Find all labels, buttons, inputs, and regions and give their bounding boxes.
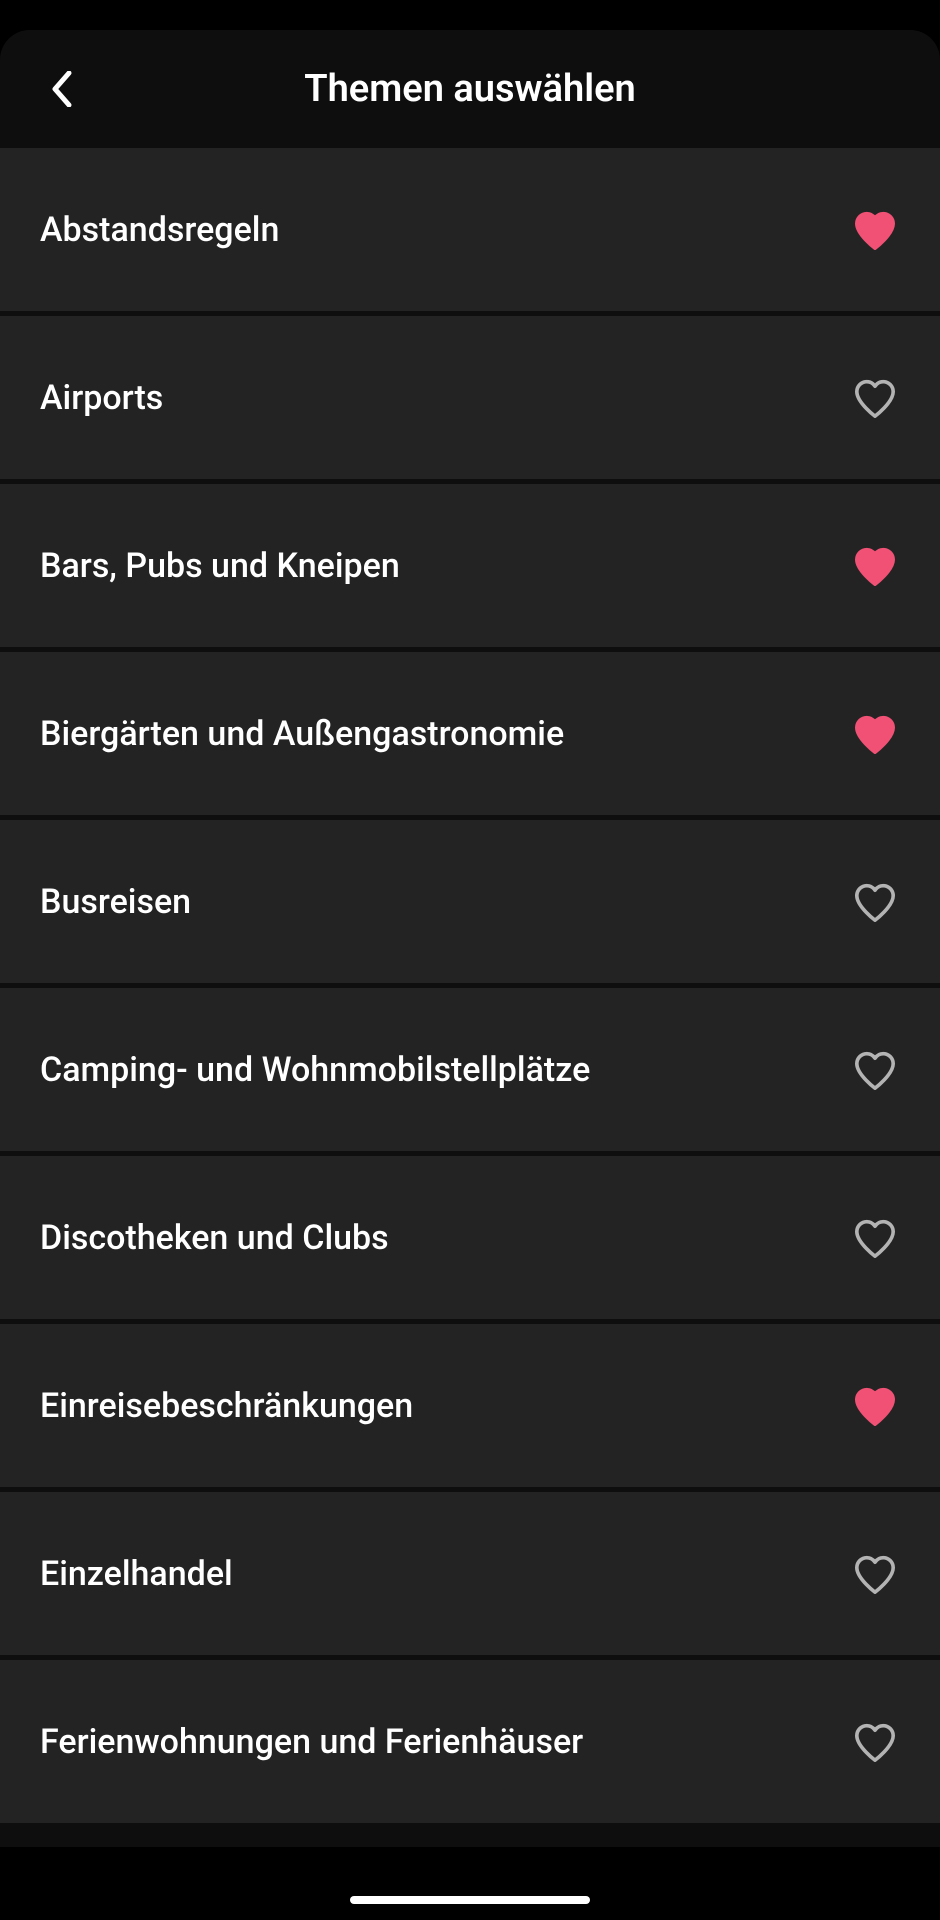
heart-icon bbox=[853, 210, 897, 250]
heart-icon bbox=[853, 1722, 897, 1762]
topic-label: Bars, Pubs und Kneipen bbox=[40, 546, 400, 586]
topic-item[interactable]: Abstandsregeln bbox=[0, 148, 940, 311]
favorite-toggle[interactable] bbox=[850, 1381, 900, 1431]
bottom-bar bbox=[0, 1847, 940, 1920]
topic-label: Airports bbox=[40, 378, 163, 418]
heart-icon bbox=[853, 1386, 897, 1426]
heart-icon bbox=[853, 546, 897, 586]
heart-icon bbox=[853, 378, 897, 418]
topic-item[interactable]: Biergärten und Außengastronomie bbox=[0, 652, 940, 815]
topic-label: Einzelhandel bbox=[40, 1554, 233, 1594]
heart-icon bbox=[853, 1050, 897, 1090]
page-title: Themen auswählen bbox=[304, 67, 636, 111]
favorite-toggle[interactable] bbox=[850, 541, 900, 591]
header: Themen auswählen bbox=[0, 30, 940, 148]
favorite-toggle[interactable] bbox=[850, 1549, 900, 1599]
topic-item[interactable]: Airports bbox=[0, 316, 940, 479]
favorite-toggle[interactable] bbox=[850, 373, 900, 423]
favorite-toggle[interactable] bbox=[850, 1717, 900, 1767]
heart-icon bbox=[853, 714, 897, 754]
topic-label: Discotheken und Clubs bbox=[40, 1218, 389, 1258]
topic-item[interactable]: Busreisen bbox=[0, 820, 940, 983]
favorite-toggle[interactable] bbox=[850, 1213, 900, 1263]
back-button[interactable] bbox=[42, 69, 82, 109]
topic-item[interactable]: Ferienwohnungen und Ferienhäuser bbox=[0, 1660, 940, 1823]
favorite-toggle[interactable] bbox=[850, 709, 900, 759]
topic-item[interactable]: Einzelhandel bbox=[0, 1492, 940, 1655]
topic-item[interactable]: Discotheken und Clubs bbox=[0, 1156, 940, 1319]
heart-icon bbox=[853, 1218, 897, 1258]
heart-icon bbox=[853, 882, 897, 922]
topic-item[interactable]: Bars, Pubs und Kneipen bbox=[0, 484, 940, 647]
topic-label: Busreisen bbox=[40, 882, 191, 922]
favorite-toggle[interactable] bbox=[850, 205, 900, 255]
topics-list: Abstandsregeln Airports Bars, Pubs und K… bbox=[0, 148, 940, 1823]
topic-label: Abstandsregeln bbox=[40, 210, 279, 250]
topic-label: Camping- und Wohnmobilstellplätze bbox=[40, 1050, 590, 1090]
topic-item[interactable]: Einreisebeschränkungen bbox=[0, 1324, 940, 1487]
topic-label: Biergärten und Außengastronomie bbox=[40, 714, 564, 754]
topic-item[interactable]: Camping- und Wohnmobilstellplätze bbox=[0, 988, 940, 1151]
app-container: Themen auswählen Abstandsregeln Airports… bbox=[0, 30, 940, 1920]
topic-label: Einreisebeschränkungen bbox=[40, 1386, 413, 1426]
home-indicator[interactable] bbox=[350, 1896, 590, 1904]
chevron-left-icon bbox=[51, 71, 73, 107]
topic-label: Ferienwohnungen und Ferienhäuser bbox=[40, 1722, 583, 1762]
favorite-toggle[interactable] bbox=[850, 877, 900, 927]
favorite-toggle[interactable] bbox=[850, 1045, 900, 1095]
heart-icon bbox=[853, 1554, 897, 1594]
